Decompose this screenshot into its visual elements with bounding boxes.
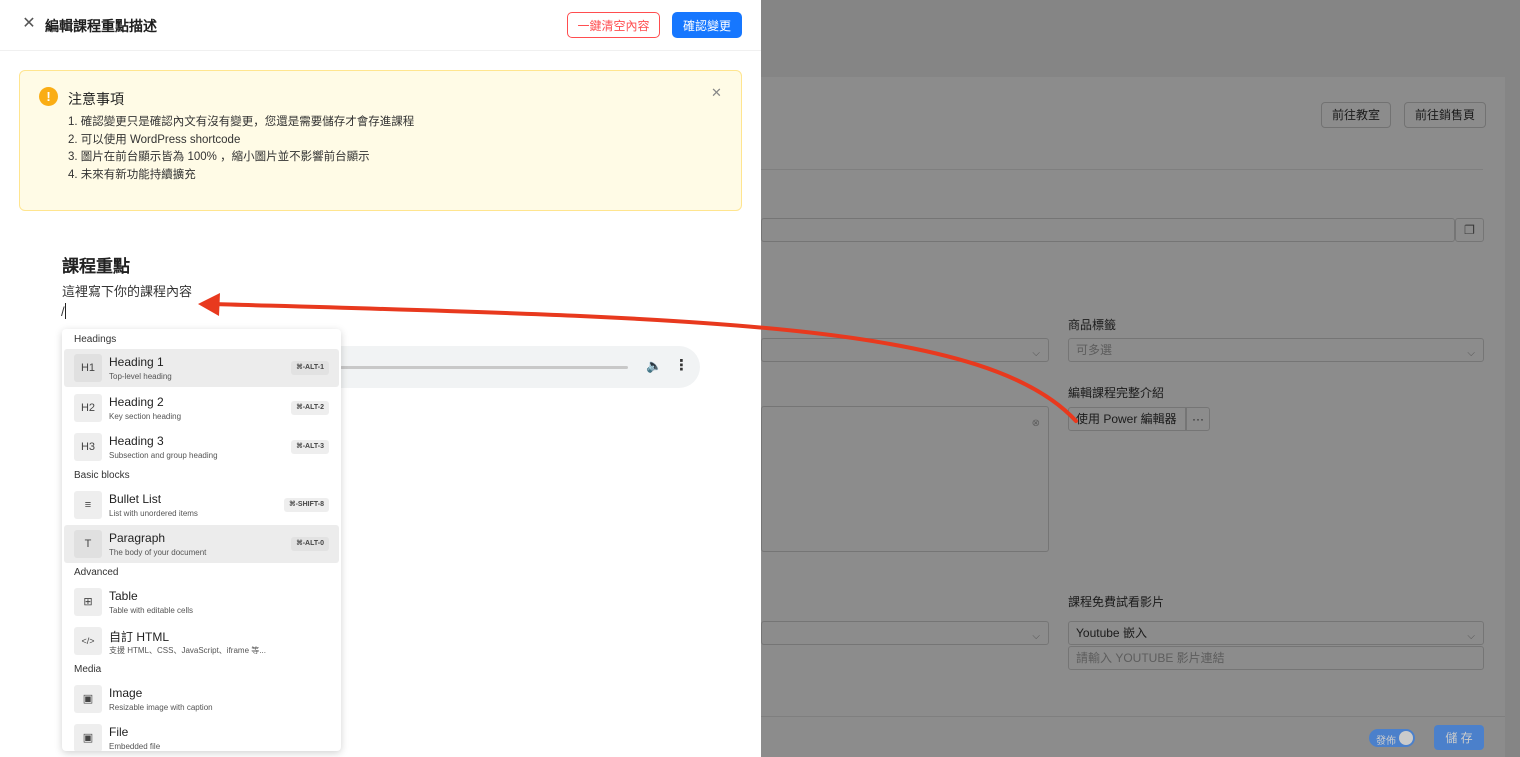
- drawer-header: ✕ 編輯課程重點描述 一鍵清空內容 確認變更: [0, 0, 761, 51]
- notice-title: 注意事項: [68, 91, 124, 107]
- image-icon: ▣: [74, 685, 102, 713]
- menu-item-subtitle: 支援 HTML、CSS、JavaScript、iframe 等...: [109, 646, 266, 655]
- exclamation-circle-icon: !: [39, 87, 58, 106]
- notice-item: 4. 未來有新功能持續擴充: [68, 168, 196, 181]
- menu-item-subtitle: Resizable image with caption: [109, 703, 213, 712]
- menu-item-title: File: [109, 725, 129, 739]
- keyboard-shortcut: ⌘-ALT-2: [291, 401, 329, 415]
- keyboard-shortcut: ⌘-ALT-3: [291, 440, 329, 454]
- menu-item-title: Heading 1: [109, 355, 164, 369]
- close-icon[interactable]: ✕: [20, 15, 38, 33]
- notice-alert: ! 注意事項 ✕ 1. 確認變更只是確認內文有沒有變更，您還是需要儲存才會存進課…: [19, 70, 742, 211]
- notice-item: 3. 圖片在前台顯示皆為 100% ，縮小圖片並不影響前台顯示: [68, 151, 370, 163]
- more-vertical-icon[interactable]: ⋮: [674, 356, 689, 374]
- menu-item-title: 自訂 HTML: [109, 630, 170, 644]
- menu-item-title: Paragraph: [109, 531, 166, 545]
- group-label-basic-blocks: Basic blocks: [74, 470, 130, 481]
- menu-item-file[interactable]: ▣ File Embedded file: [64, 719, 339, 751]
- menu-item-image[interactable]: ▣ Image Resizable image with caption: [64, 680, 339, 718]
- menu-item-title: Image: [109, 686, 143, 700]
- menu-item-heading-2[interactable]: H2 Heading 2 Key section heading ⌘-ALT-2: [64, 389, 339, 427]
- publish-label: 發佈: [1376, 736, 1396, 747]
- menu-item-subtitle: Table with editable cells: [109, 606, 194, 615]
- table-icon: ⊞: [74, 588, 102, 616]
- menu-item-title: Heading 3: [109, 434, 164, 448]
- clear-content-button[interactable]: 一鍵清空內容: [567, 12, 660, 38]
- menu-item-bullet-list[interactable]: ≡ Bullet List List with unordered items …: [64, 486, 339, 524]
- menu-item-title: Bullet List: [109, 492, 162, 506]
- text-caret: [65, 303, 66, 319]
- keyboard-shortcut: ⌘-SHIFT-8: [284, 498, 329, 512]
- editor-heading[interactable]: 課程重點: [62, 252, 130, 277]
- menu-item-paragraph[interactable]: T Paragraph The body of your document ⌘-…: [64, 525, 339, 563]
- audio-player[interactable]: 🔈 ⋮: [280, 346, 700, 388]
- group-label-media: Media: [74, 664, 102, 675]
- group-label-advanced: Advanced: [74, 567, 119, 578]
- menu-item-title: Table: [109, 589, 138, 603]
- confirm-changes-button[interactable]: 確認變更: [672, 12, 742, 38]
- save-button[interactable]: 儲 存: [1434, 725, 1484, 750]
- drawer-title: 編輯課程重點描述: [45, 18, 157, 34]
- keyboard-shortcut: ⌘-ALT-1: [291, 361, 329, 375]
- editor-paragraph[interactable]: 這裡寫下你的課程內容: [62, 281, 192, 300]
- toggle-knob: [1399, 731, 1413, 745]
- group-label-headings: Headings: [74, 334, 117, 345]
- publish-toggle[interactable]: 發佈: [1369, 729, 1415, 747]
- menu-item-subtitle: Subsection and group heading: [109, 451, 218, 460]
- menu-item-subtitle: The body of your document: [109, 548, 207, 557]
- notice-item: 1. 確認變更只是確認內文有沒有變更，您還是需要儲存才會存進課程: [68, 116, 415, 128]
- menu-item-subtitle: Embedded file: [109, 742, 161, 751]
- code-icon: </>: [74, 627, 102, 655]
- paragraph-icon: T: [74, 530, 102, 558]
- menu-item-subtitle: Key section heading: [109, 412, 182, 421]
- edit-drawer: ✕ 編輯課程重點描述 一鍵清空內容 確認變更 ! 注意事項 ✕ 1. 確認變更只…: [0, 0, 761, 757]
- audio-progress-track[interactable]: [340, 366, 628, 369]
- heading-1-icon: H1: [74, 354, 102, 382]
- file-icon: ▣: [74, 724, 102, 751]
- notice-list: 1. 確認變更只是確認內文有沒有變更，您還是需要儲存才會存進課程 2. 可以使用…: [68, 114, 414, 184]
- heading-2-icon: H2: [74, 394, 102, 422]
- menu-item-heading-3[interactable]: H3 Heading 3 Subsection and group headin…: [64, 428, 339, 466]
- bullet-list-icon: ≡: [74, 491, 102, 519]
- slash-command-menu: Headings H1 Heading 1 Top-level heading …: [62, 329, 341, 751]
- menu-item-subtitle: Top-level heading: [109, 372, 172, 381]
- close-icon[interactable]: ✕: [711, 85, 722, 101]
- volume-icon[interactable]: 🔈: [646, 358, 662, 374]
- menu-item-custom-html[interactable]: </> 自訂 HTML 支援 HTML、CSS、JavaScript、ifram…: [64, 622, 339, 660]
- notice-item: 2. 可以使用 WordPress shortcode: [68, 133, 241, 146]
- menu-item-table[interactable]: ⊞ Table Table with editable cells: [64, 583, 339, 621]
- menu-item-subtitle: List with unordered items: [109, 509, 198, 518]
- menu-item-heading-1[interactable]: H1 Heading 1 Top-level heading ⌘-ALT-1: [64, 349, 339, 387]
- keyboard-shortcut: ⌘-ALT-0: [291, 537, 329, 551]
- menu-item-title: Heading 2: [109, 395, 164, 409]
- heading-3-icon: H3: [74, 433, 102, 461]
